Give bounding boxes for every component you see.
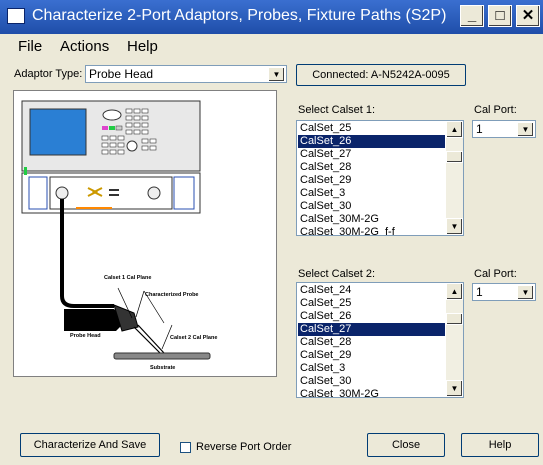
- adaptor-type-value: Probe Head: [89, 67, 154, 81]
- help-button[interactable]: Help: [461, 433, 539, 457]
- list-item[interactable]: CalSet_3: [298, 362, 445, 375]
- list-item[interactable]: CalSet_30: [298, 200, 445, 213]
- close-window-button[interactable]: ✕: [516, 5, 540, 27]
- list-item[interactable]: CalSet_28: [298, 161, 445, 174]
- window-title: Characterize 2-Port Adaptors, Probes, Fi…: [32, 7, 447, 24]
- characterized-probe-label: Characterized Probe: [145, 292, 199, 298]
- calset2-label: Select Calset 2:: [298, 268, 376, 280]
- connected-button[interactable]: Connected: A-N5242A-0095: [296, 64, 466, 86]
- adaptor-type-label: Adaptor Type:: [14, 68, 83, 80]
- chevron-down-icon[interactable]: ▼: [268, 67, 285, 82]
- calport1-value: 1: [476, 122, 483, 136]
- calport2-dropdown[interactable]: 1 ▼: [472, 283, 536, 301]
- chevron-down-icon[interactable]: ▼: [517, 285, 534, 300]
- scroll-up-icon[interactable]: ▲: [446, 121, 463, 138]
- scroll-thumb[interactable]: [446, 313, 463, 325]
- calset2-scrollbar[interactable]: ▲ ▼: [446, 283, 463, 397]
- list-item[interactable]: CalSet_29: [298, 349, 445, 362]
- list-item[interactable]: CalSet_30: [298, 375, 445, 388]
- calset2-plane-label: Calset 2 Cal Plane: [170, 335, 217, 341]
- minimize-button[interactable]: _: [460, 5, 484, 27]
- calport1-dropdown[interactable]: 1 ▼: [472, 120, 536, 138]
- title-bar: Characterize 2-Port Adaptors, Probes, Fi…: [0, 0, 543, 34]
- probe-setup-diagram: Calset 1 Cal Plane Characterized Probe P…: [13, 90, 277, 377]
- list-item[interactable]: CalSet_26: [298, 135, 445, 148]
- reverse-port-order-checkbox[interactable]: [180, 442, 191, 453]
- characterize-and-save-button[interactable]: Characterize And Save: [20, 433, 160, 457]
- scroll-thumb[interactable]: [446, 151, 463, 163]
- menu-actions[interactable]: Actions: [60, 38, 109, 55]
- list-item[interactable]: CalSet_26: [298, 310, 445, 323]
- list-item[interactable]: CalSet_3: [298, 187, 445, 200]
- calset1-listbox[interactable]: CalSet_25 CalSet_26 CalSet_27 CalSet_28 CalS…: [296, 120, 464, 236]
- list-item[interactable]: CalSet_30M-2G: [298, 388, 445, 397]
- list-item[interactable]: CalSet_30M-2G_f-f: [298, 226, 445, 235]
- reverse-port-order-label: Reverse Port Order: [196, 441, 292, 453]
- calport2-label: Cal Port:: [474, 268, 517, 280]
- app-icon: [7, 8, 25, 24]
- list-item[interactable]: CalSet_28: [298, 336, 445, 349]
- scroll-down-icon[interactable]: ▼: [446, 380, 463, 397]
- calset2-listbox[interactable]: CalSet_24 CalSet_25 CalSet_26 CalSet_27 CalS…: [296, 282, 464, 398]
- probe-setup-illustration: Calset 1 Cal Plane Characterized Probe P…: [21, 100, 217, 371]
- menu-help[interactable]: Help: [127, 38, 158, 55]
- calset1-label: Select Calset 1:: [298, 104, 376, 116]
- adaptor-type-dropdown[interactable]: Probe Head ▼: [85, 65, 287, 83]
- probe-head-label: Probe Head: [70, 333, 101, 339]
- list-item[interactable]: CalSet_25: [298, 122, 445, 135]
- calset1-scrollbar[interactable]: ▲ ▼: [446, 121, 463, 235]
- list-item[interactable]: CalSet_29: [298, 174, 445, 187]
- calport2-value: 1: [476, 285, 483, 299]
- list-item[interactable]: CalSet_30M-2G: [298, 213, 445, 226]
- calport1-label: Cal Port:: [474, 104, 517, 116]
- substrate-label: Substrate: [150, 365, 175, 371]
- menu-file[interactable]: File: [18, 38, 42, 55]
- list-item[interactable]: CalSet_27: [298, 323, 445, 336]
- list-item[interactable]: CalSet_24: [298, 284, 445, 297]
- maximize-button[interactable]: □: [488, 5, 512, 27]
- menu-bar: File Actions Help: [0, 34, 543, 60]
- close-button[interactable]: Close: [367, 433, 445, 457]
- list-item[interactable]: CalSet_27: [298, 148, 445, 161]
- chevron-down-icon[interactable]: ▼: [517, 122, 534, 137]
- list-item[interactable]: CalSet_25: [298, 297, 445, 310]
- scroll-down-icon[interactable]: ▼: [446, 218, 463, 235]
- calset1-plane-label: Calset 1 Cal Plane: [104, 275, 151, 281]
- scroll-up-icon[interactable]: ▲: [446, 283, 463, 300]
